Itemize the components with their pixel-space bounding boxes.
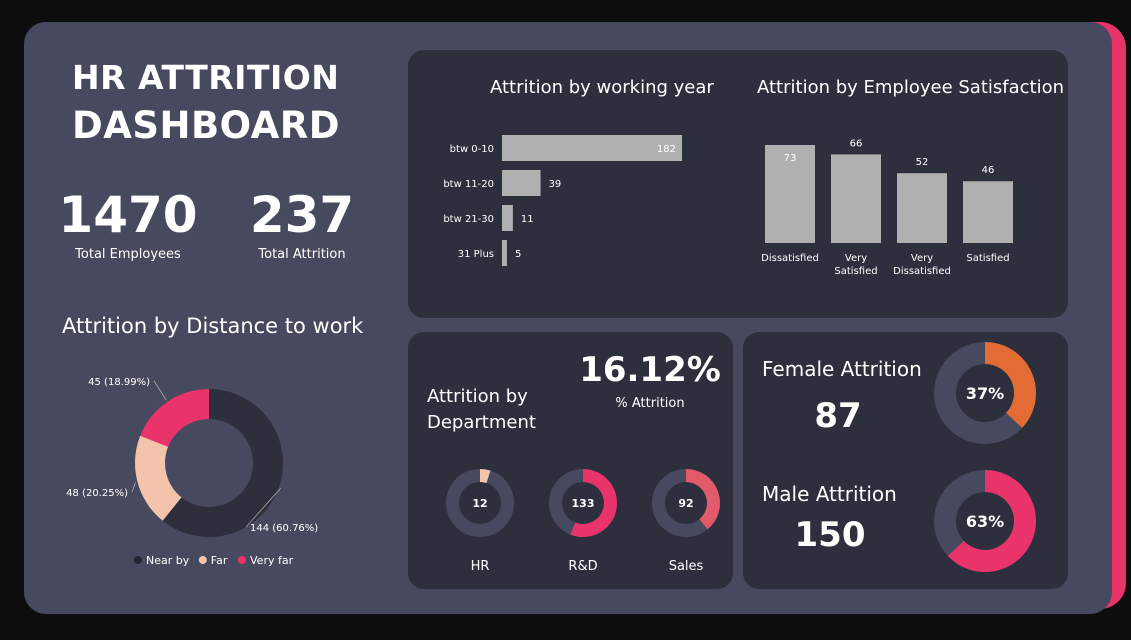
distance-slice-very-far [140,389,209,447]
distance-data-label: 45 (18.99%) [88,377,150,388]
total-attrition-value: 237 [249,186,355,244]
department-title-line2: Department [427,412,536,433]
female-attrition-value: 87 [814,396,862,436]
department-title-line1: Attrition by [427,386,528,407]
dashboard-title-line1: HR ATTRITION [72,58,340,97]
distance-donut-chart: 144 (60.76%) 48 (20.25%) 45 (18.99%) Near b… [66,377,318,567]
department-name-label: HR [471,559,490,574]
satisfaction-category-label: Satisfied [834,266,877,277]
department-name-label: R&D [568,559,597,574]
department-donut-value: 133 [572,497,595,510]
year-bar [502,135,682,161]
male-percent-label: 63% [966,512,1004,531]
distance-data-label: 48 (20.25%) [66,488,128,499]
department-donut-value: 12 [472,497,487,510]
department-donuts: 12 HR 133 R&D 92 Sales [446,469,720,574]
satisfaction-category-label: Very [845,253,867,264]
satisfaction-bar [897,173,947,243]
distance-chart-title: Attrition by Distance to work [62,314,364,338]
total-employees-label: Total Employees [75,247,181,262]
satisfaction-data-label: 66 [850,138,863,149]
attrition-percent-label: % Attrition [615,396,685,411]
year-data-label: 182 [657,144,676,155]
satisfaction-data-label: 73 [784,153,797,164]
female-percent-label: 37% [966,384,1004,403]
year-category-label: btw 11-20 [443,179,494,190]
gender-donuts: 37% 63% [934,342,1036,572]
year-data-label: 11 [521,214,534,225]
distance-data-label: 144 (60.76%) [250,523,318,534]
working-year-bar-chart: btw 0-10 182 btw 11-20 39 btw 21-30 11 31 Plus… [443,135,682,266]
satisfaction-category-label: Very [911,253,933,264]
satisfaction-data-label: 46 [982,165,995,176]
legend-label: Far [211,554,228,567]
satisfaction-title: Attrition by Employee Satisfaction [757,77,1065,98]
year-data-label: 5 [515,249,521,260]
year-bar [502,240,507,266]
satisfaction-category-label: Dissatisfied [893,266,951,277]
legend-marker [198,556,207,564]
total-employees-value: 1470 [58,186,198,244]
male-attrition-label: Male Attrition [762,482,897,506]
attrition-percent-value: 16.12% [579,350,721,390]
year-category-label: btw 0-10 [450,144,494,155]
legend-marker [238,556,246,564]
satisfaction-category-label: Satisfied [966,253,1009,264]
legend-label: Very far [250,554,294,567]
total-attrition-label: Total Attrition [258,247,346,262]
male-attrition-value: 150 [794,515,866,555]
satisfaction-bar-chart: 73 Dissatisfied 66 Very Satisfied 52 Very Dissa… [761,138,1013,277]
distance-leader-line [153,380,167,401]
working-year-title: Attrition by working year [490,77,714,98]
satisfaction-bar [963,181,1013,243]
year-bar [502,205,513,231]
satisfaction-bar [831,154,881,243]
year-category-label: 31 Plus [458,249,494,260]
distance-leader-line [131,482,136,493]
year-bar [502,170,541,196]
year-data-label: 39 [549,179,562,190]
year-category-label: btw 21-30 [443,214,494,225]
satisfaction-category-label: Dissatisfied [761,253,819,264]
female-attrition-label: Female Attrition [762,357,922,381]
dashboard-title-line2: DASHBOARD [72,104,340,147]
satisfaction-data-label: 52 [916,157,929,168]
legend-marker [134,556,142,564]
department-name-label: Sales [669,559,704,574]
legend-label: Near by [146,554,190,567]
department-donut-value: 92 [678,497,693,510]
